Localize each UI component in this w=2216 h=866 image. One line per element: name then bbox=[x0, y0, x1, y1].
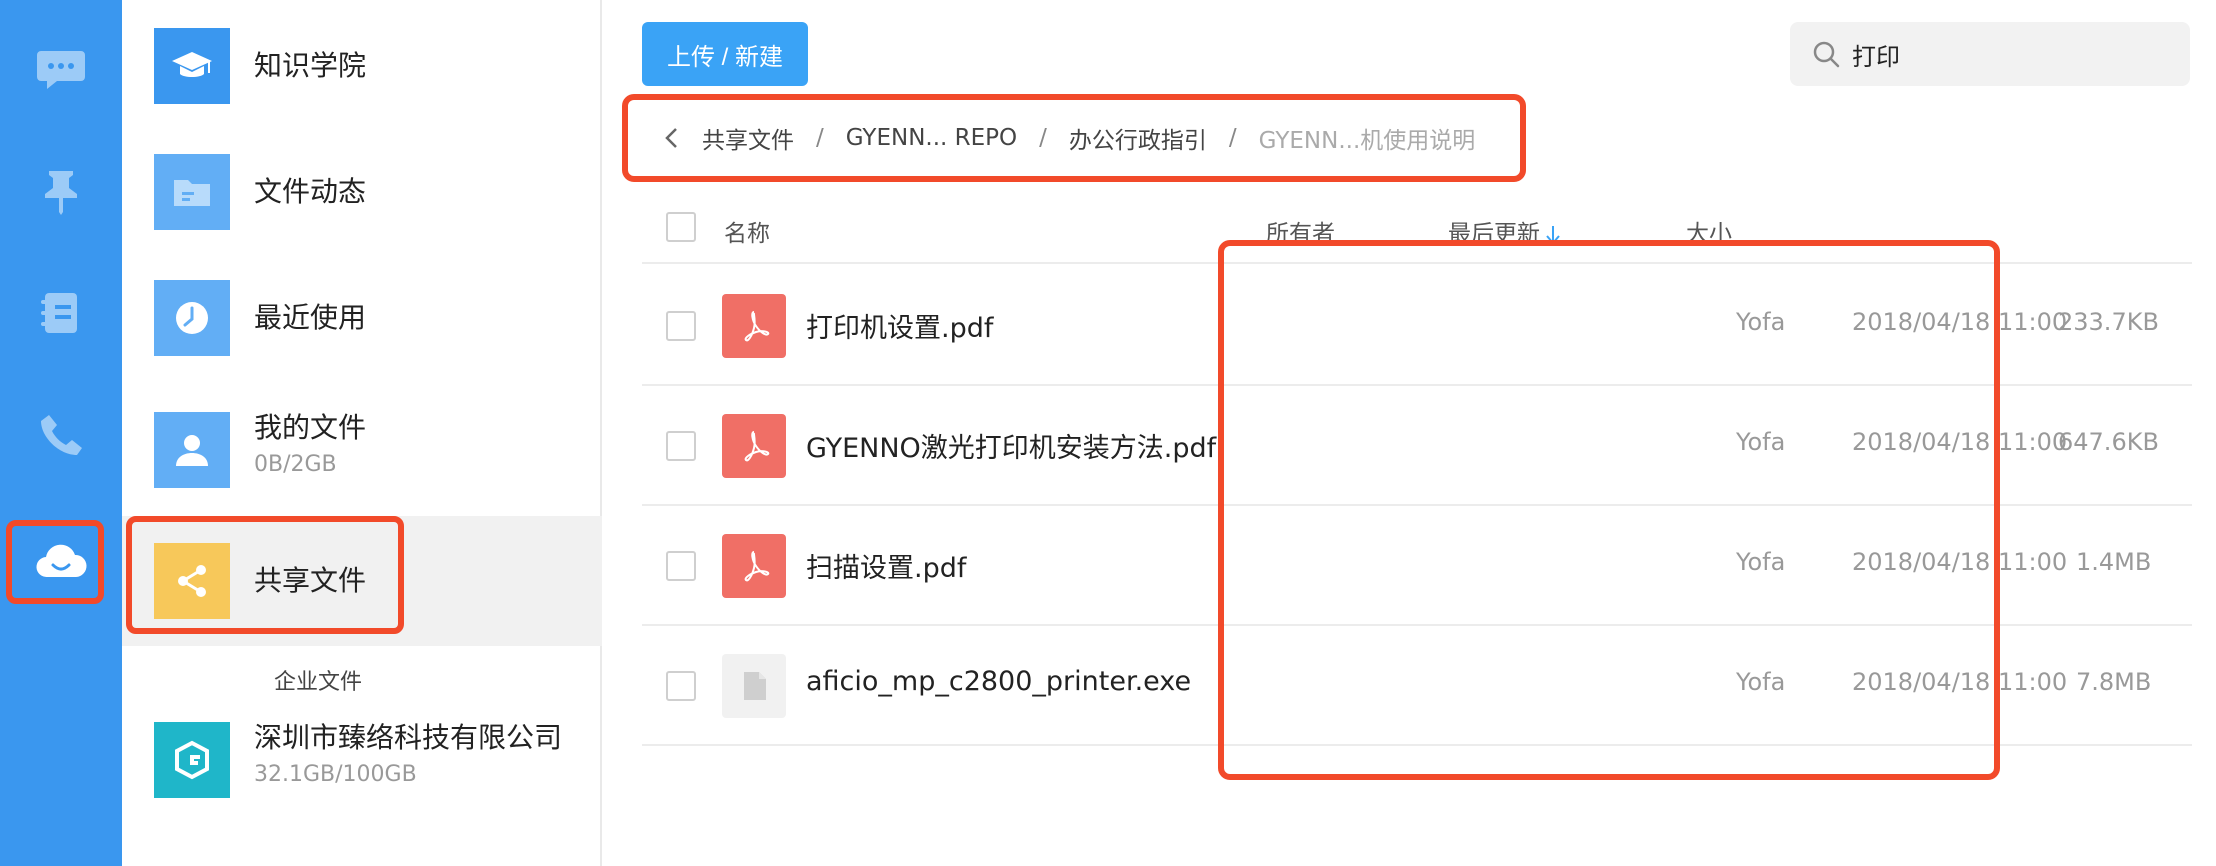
pdf-file-icon bbox=[722, 534, 786, 598]
sidebar-item-academy[interactable]: 知识学院 bbox=[122, 6, 602, 126]
sidebar-item-label: 我的文件 bbox=[254, 411, 367, 444]
rail-contacts[interactable] bbox=[0, 258, 122, 368]
file-name[interactable]: 扫描设置.pdf bbox=[806, 546, 966, 585]
contacts-book-icon bbox=[41, 293, 77, 333]
file-name[interactable]: aficio_mp_c2800_printer.exe bbox=[806, 666, 1191, 697]
file-size: 7.8MB bbox=[2076, 668, 2152, 696]
sidebar-item-file-activity[interactable]: 文件动态 bbox=[122, 132, 602, 252]
sidebar-item-label: 文件动态 bbox=[254, 175, 367, 208]
file-browser: 上传 / 新建 共享文件 / GYENN... REPO / 办公行政指引 / … bbox=[602, 0, 2216, 866]
section-title: 企业文件 bbox=[274, 670, 363, 695]
file-size: 233.7KB bbox=[2058, 308, 2159, 336]
drive-sidebar: 知识学院 文件动态 最近使用 我的文件 0B/2GB 共享文件 企业文件 深圳市… bbox=[122, 0, 602, 866]
row-checkbox[interactable] bbox=[666, 311, 696, 341]
storage-usage: 32.1GB/100GB bbox=[254, 762, 417, 787]
generic-file-icon bbox=[722, 654, 786, 718]
phone-icon bbox=[41, 415, 82, 455]
pin-icon bbox=[45, 171, 77, 215]
file-size: 1.4MB bbox=[2076, 548, 2152, 576]
breadcrumb-highlight bbox=[622, 94, 1526, 182]
rail-phone[interactable] bbox=[0, 380, 122, 490]
rail-pin[interactable] bbox=[0, 136, 122, 246]
sidebar-item-label: 知识学院 bbox=[254, 49, 367, 82]
select-all-checkbox[interactable] bbox=[666, 212, 696, 242]
search-input[interactable] bbox=[1852, 32, 2152, 76]
row-checkbox[interactable] bbox=[666, 431, 696, 461]
active-rail-highlight bbox=[6, 520, 104, 604]
file-name[interactable]: GYENNO激光打印机安装方法.pdf bbox=[806, 426, 1216, 465]
sidebar-item-company[interactable]: 深圳市臻络科技有限公司 32.1GB/100GB bbox=[122, 700, 602, 820]
icon-rail bbox=[0, 0, 122, 866]
sidebar-item-recent[interactable]: 最近使用 bbox=[122, 258, 602, 378]
row-checkbox[interactable] bbox=[666, 551, 696, 581]
files-highlight bbox=[1218, 240, 2000, 780]
app-window: 知识学院 文件动态 最近使用 我的文件 0B/2GB 共享文件 企业文件 深圳市… bbox=[0, 0, 2216, 866]
company-logo-icon bbox=[154, 722, 230, 798]
graduation-cap-icon bbox=[154, 28, 230, 104]
chat-icon bbox=[37, 51, 85, 89]
search-icon bbox=[1813, 41, 1840, 68]
folder-icon bbox=[154, 154, 230, 230]
file-size: 647.6KB bbox=[2058, 428, 2159, 456]
search-box[interactable] bbox=[1790, 22, 2190, 86]
sidebar-item-my-files[interactable]: 我的文件 0B/2GB bbox=[122, 390, 602, 510]
row-checkbox[interactable] bbox=[666, 671, 696, 701]
sidebar-item-label: 深圳市臻络科技有限公司 bbox=[254, 721, 563, 754]
column-name[interactable]: 名称 bbox=[724, 214, 770, 248]
storage-usage: 0B/2GB bbox=[254, 452, 337, 477]
shared-files-highlight bbox=[126, 516, 404, 634]
pdf-file-icon bbox=[722, 414, 786, 478]
sidebar-item-label: 最近使用 bbox=[254, 301, 367, 334]
upload-new-button[interactable]: 上传 / 新建 bbox=[642, 22, 808, 86]
file-name[interactable]: 打印机设置.pdf bbox=[806, 306, 993, 345]
clock-icon bbox=[154, 280, 230, 356]
rail-chat[interactable] bbox=[0, 14, 122, 124]
pdf-file-icon bbox=[722, 294, 786, 358]
user-icon bbox=[154, 412, 230, 488]
